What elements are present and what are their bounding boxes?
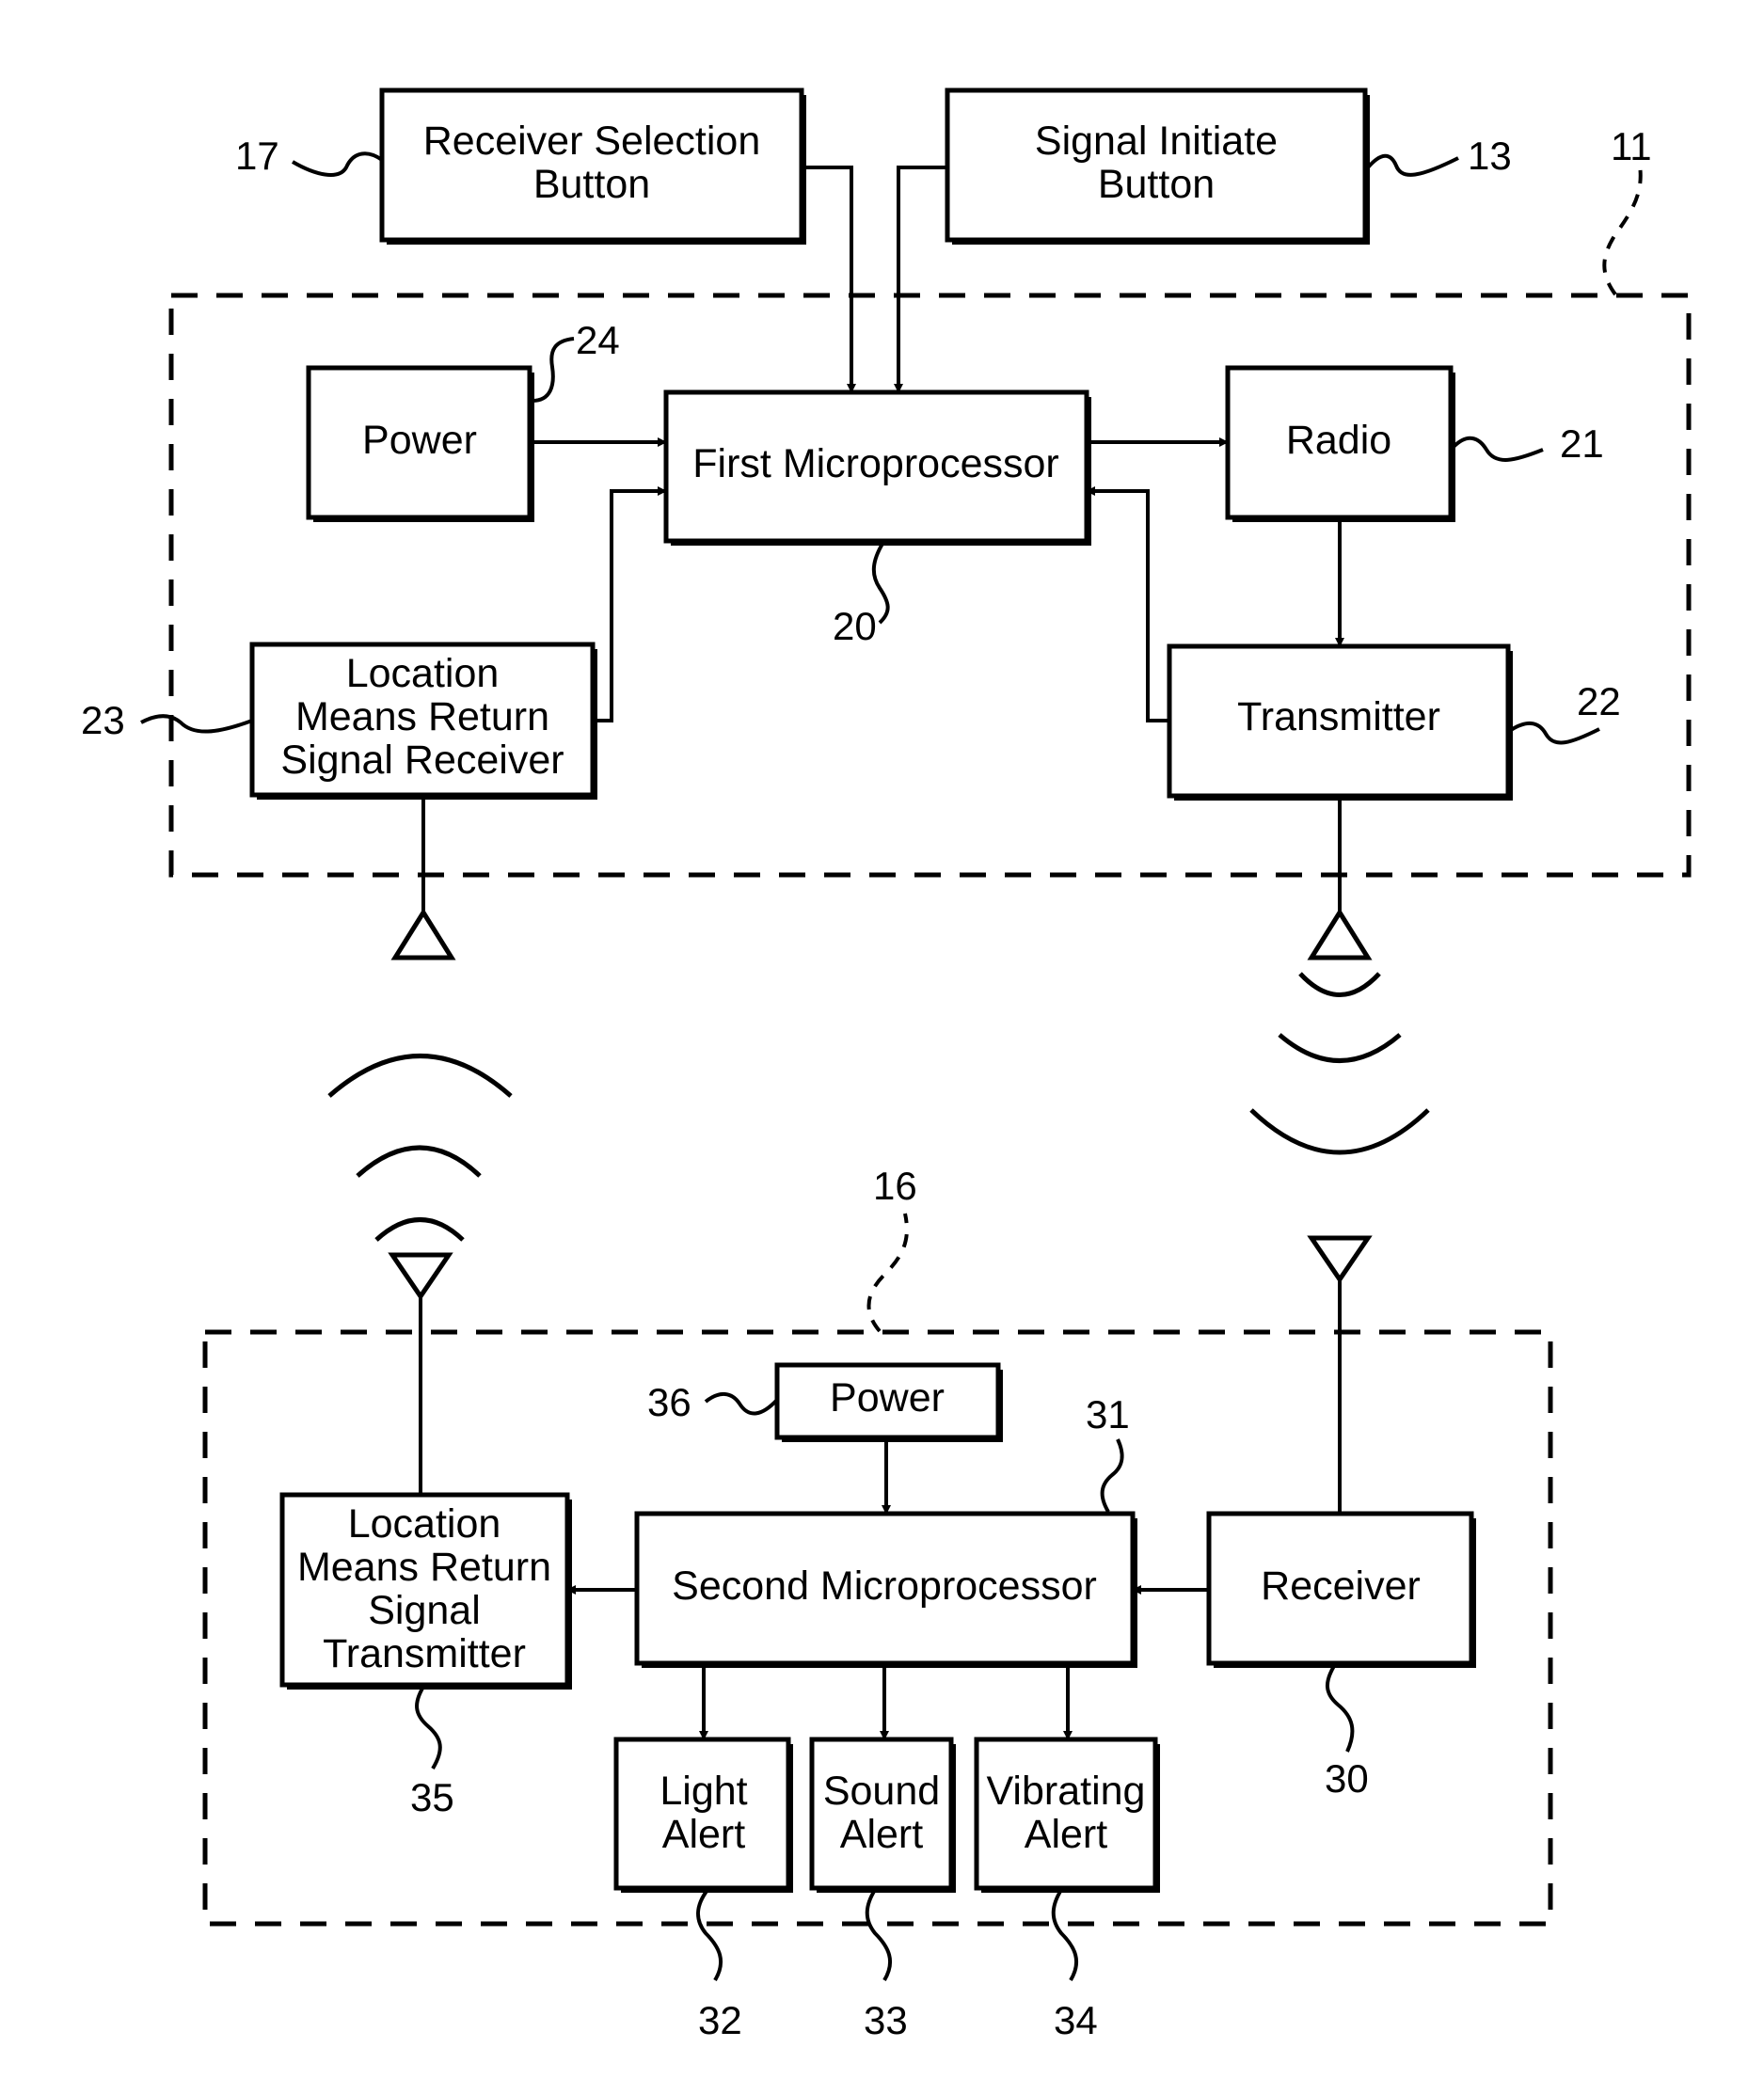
transmitter-to-microprocessor-arrow — [1086, 486, 1169, 722]
return-receiver-to-microprocessor-arrow — [593, 486, 667, 722]
ref-16-leader — [866, 1213, 909, 1333]
radio-label: Radio — [1286, 418, 1391, 463]
power-24-label: Power — [362, 418, 477, 463]
transmitter-label: Transmitter — [1237, 694, 1440, 739]
power-block-24: Power — [306, 365, 534, 522]
receiver-selection-button-block: Receiver Selection Button — [379, 87, 806, 245]
vibrating-alert-label-1: Vibrating — [987, 1769, 1146, 1814]
ref-33: 33 — [864, 1998, 908, 2042]
ref-31-leader — [1100, 1438, 1124, 1514]
receiver-selection-label-1: Receiver Selection — [423, 119, 761, 164]
sound-alert-label-1: Sound — [823, 1769, 940, 1814]
signal-initiate-label-1: Signal Initiate — [1035, 119, 1278, 164]
radio-waves-icon — [327, 1054, 513, 1242]
ref-36-leader — [704, 1392, 779, 1416]
first-microprocessor-label: First Microprocessor — [692, 441, 1058, 486]
antenna-icon — [390, 908, 456, 960]
light-alert-label-1: Light — [660, 1769, 747, 1814]
ref-23: 23 — [81, 698, 125, 742]
second-microprocessor-label: Second Microprocessor — [672, 1563, 1097, 1609]
ref-21: 21 — [1560, 421, 1604, 466]
return-transmitter-label-2: Means Return — [297, 1545, 551, 1590]
return-receiver-label-2: Means Return — [295, 694, 549, 739]
light-alert-label-2: Alert — [662, 1812, 745, 1857]
block-diagram: 11 16 Receiver Selection Button 17 Signa… — [81, 87, 1692, 2042]
ref-24: 24 — [576, 318, 620, 362]
sound-alert-block: Sound Alert — [809, 1737, 956, 1893]
vibrating-alert-block: Vibrating Alert — [974, 1737, 1160, 1893]
receiver-selection-label-2: Button — [533, 162, 650, 207]
radio-block: Radio — [1225, 365, 1455, 522]
ref-35-leader — [415, 1685, 442, 1770]
return-transmitter-label-3: Signal — [368, 1588, 481, 1633]
power-block-36: Power — [774, 1362, 1003, 1442]
return-transmitter-label-1: Location — [348, 1501, 501, 1547]
second-microprocessor-block: Second Microprocessor — [634, 1511, 1137, 1668]
ref-23-leader — [140, 714, 253, 734]
ref-32-leader — [696, 1888, 723, 1982]
ref-30-leader — [1326, 1664, 1355, 1753]
light-alert-block: Light Alert — [613, 1737, 793, 1893]
ref-34: 34 — [1054, 1998, 1098, 2042]
signal-initiate-label-2: Button — [1098, 162, 1215, 207]
ref-30: 30 — [1325, 1756, 1369, 1801]
transmitter-block: Transmitter — [1167, 643, 1513, 801]
return-signal-transmitter-block: Location Means Return Signal Transmitter — [279, 1492, 572, 1690]
receiver-selection-to-microprocessor-arrow — [802, 166, 856, 393]
ref-36: 36 — [647, 1380, 691, 1424]
return-receiver-label-3: Signal Receiver — [280, 738, 564, 783]
ref-11-leader — [1602, 159, 1643, 296]
return-receiver-label-1: Location — [346, 651, 500, 696]
antenna-icon — [1307, 1235, 1373, 1284]
ref-16: 16 — [873, 1164, 917, 1208]
receiver-block: Receiver — [1206, 1511, 1476, 1668]
ref-17: 17 — [235, 134, 279, 178]
ref-33-leader — [865, 1888, 893, 1982]
first-microprocessor-block: First Microprocessor — [663, 389, 1091, 546]
signal-initiate-button-block: Signal Initiate Button — [945, 87, 1370, 245]
antenna-icon — [388, 1252, 453, 1301]
receiver-label: Receiver — [1261, 1563, 1421, 1609]
power-36-label: Power — [830, 1375, 945, 1420]
ref-13-leader — [1366, 153, 1459, 177]
ref-22-leader — [1509, 722, 1600, 745]
return-signal-receiver-block: Location Means Return Signal Receiver — [249, 642, 597, 800]
ref-17-leader — [291, 151, 384, 177]
ref-11: 11 — [1611, 124, 1652, 168]
ref-24-leader — [532, 337, 575, 403]
signal-initiate-to-microprocessor-arrow — [894, 166, 947, 393]
ref-34-leader — [1051, 1888, 1079, 1982]
ref-32: 32 — [698, 1998, 742, 2042]
return-transmitter-label-4: Transmitter — [323, 1631, 526, 1676]
ref-20: 20 — [833, 604, 877, 648]
ref-13: 13 — [1468, 134, 1512, 178]
radio-waves-icon — [1249, 972, 1430, 1155]
antenna-icon — [1307, 908, 1373, 960]
ref-22: 22 — [1577, 679, 1621, 723]
ref-31: 31 — [1086, 1392, 1130, 1436]
vibrating-alert-label-2: Alert — [1025, 1812, 1107, 1857]
ref-21-leader — [1452, 436, 1544, 462]
sound-alert-label-2: Alert — [840, 1812, 923, 1857]
ref-35: 35 — [410, 1775, 454, 1819]
